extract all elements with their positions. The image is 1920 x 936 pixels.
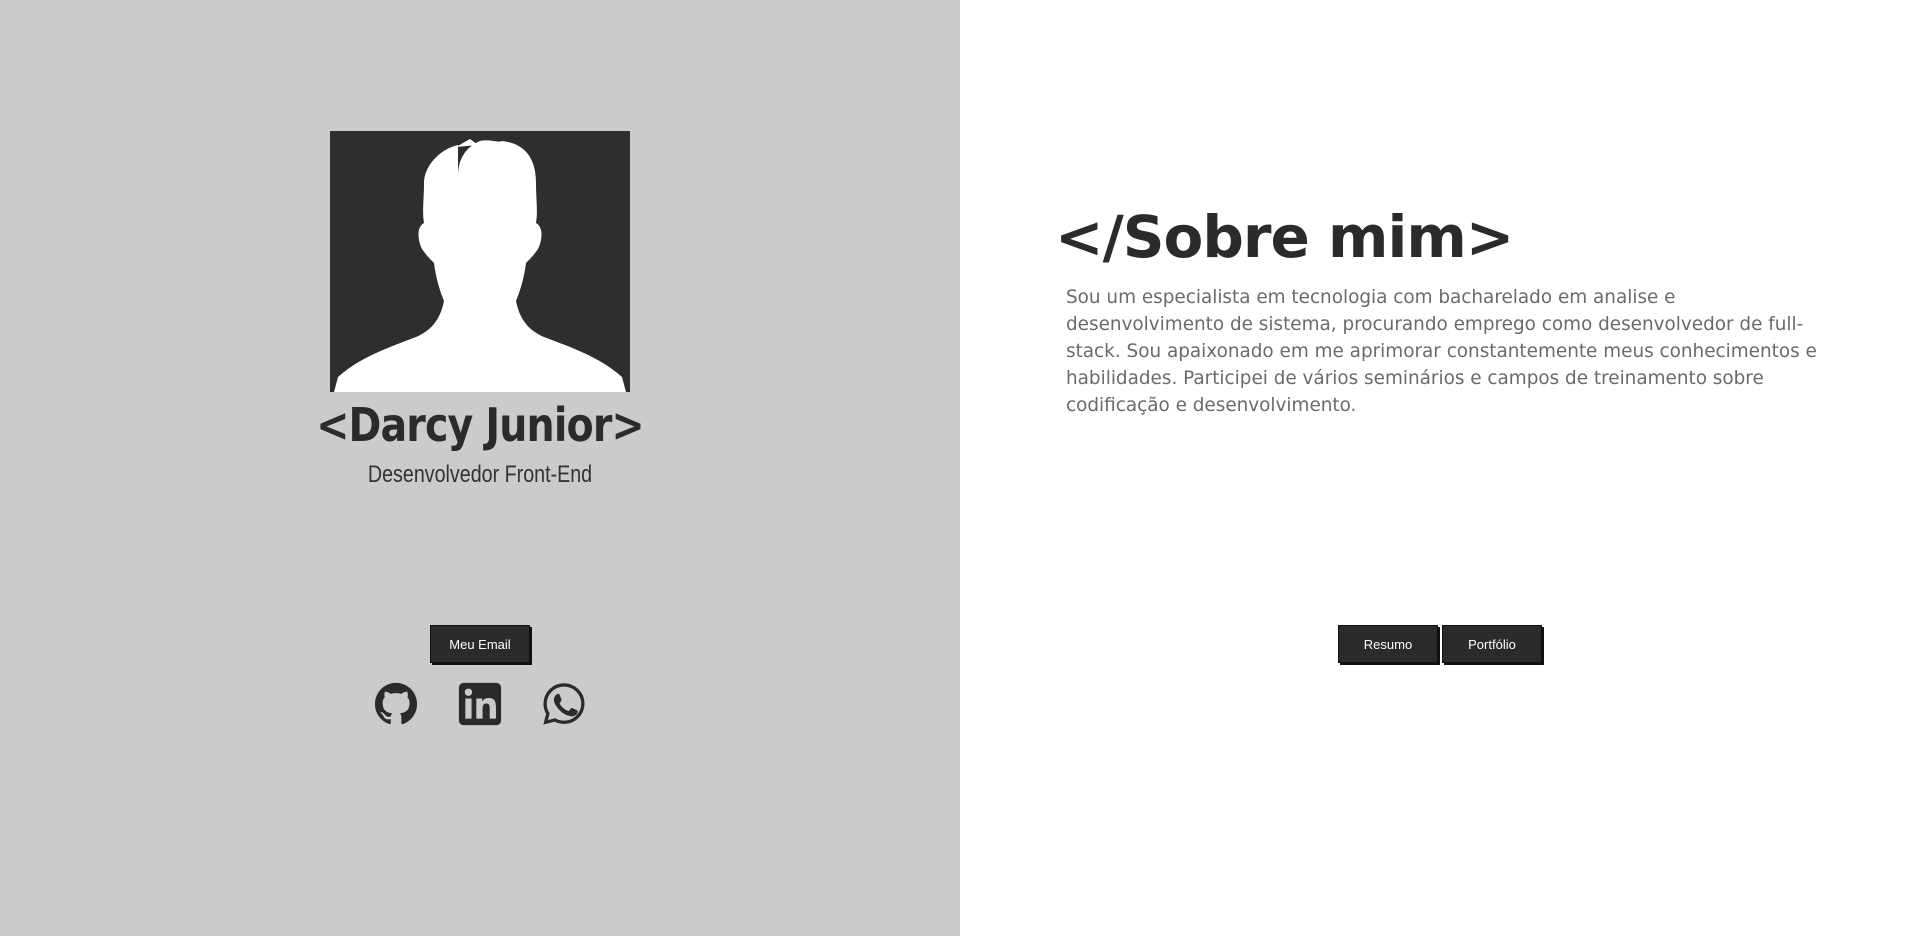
whatsapp-link[interactable] (542, 682, 586, 726)
about-title: </Sobre mim> (1055, 203, 1514, 271)
profile-role: Desenvolvedor Front-End (367, 461, 593, 488)
linkedin-icon (458, 682, 502, 726)
github-link[interactable] (374, 682, 418, 726)
about-text: Sou um especialista em tecnologia com ba… (1066, 287, 1817, 416)
email-button[interactable]: Meu Email (430, 625, 530, 663)
linkedin-link[interactable] (458, 682, 502, 726)
user-silhouette-icon (330, 131, 630, 392)
portfolio-button[interactable]: Portfólio (1442, 625, 1542, 663)
github-icon (374, 682, 418, 725)
whatsapp-icon (543, 683, 585, 725)
avatar (330, 131, 630, 392)
profile-name: <Darcy Junior> (316, 398, 644, 452)
profile-panel: <Darcy Junior> Desenvolvedor Front-End M… (0, 0, 960, 936)
about-panel (960, 0, 1920, 936)
resume-button[interactable]: Resumo (1338, 625, 1438, 663)
